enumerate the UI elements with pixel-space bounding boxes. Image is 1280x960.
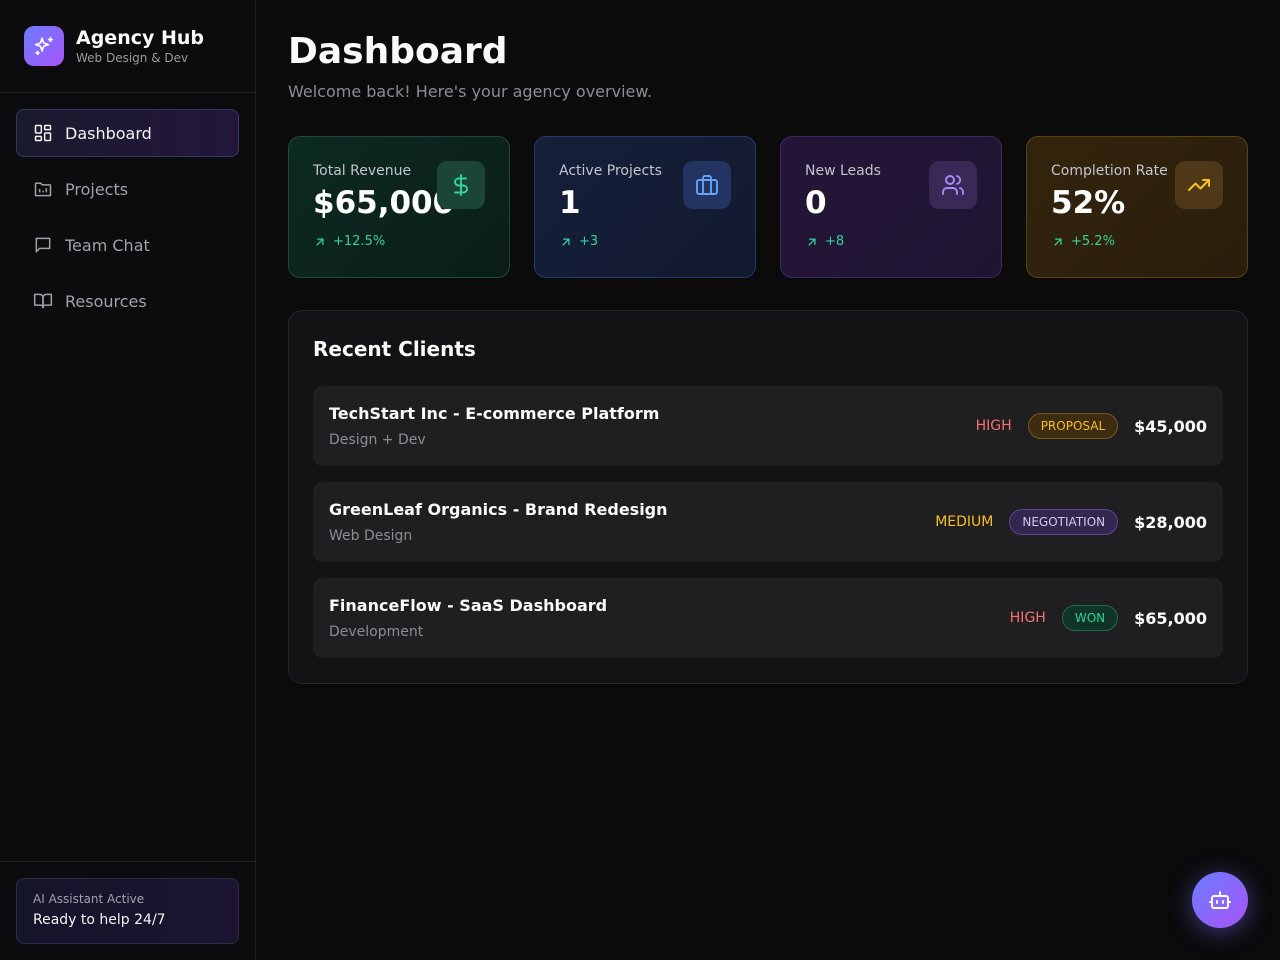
priority-label: MEDIUM — [935, 514, 994, 530]
arrow-up-right-icon — [805, 235, 819, 249]
arrow-up-right-icon — [1051, 235, 1065, 249]
sidebar-item-label: Projects — [65, 179, 129, 199]
dollar-icon — [437, 161, 485, 209]
trending-up-icon — [1175, 161, 1223, 209]
stat-change: +5.2% — [1051, 234, 1223, 249]
client-amount: $28,000 — [1134, 512, 1207, 532]
stat-card-active-projects[interactable]: Active Projects 1 +3 — [534, 136, 756, 278]
client-name: TechStart Inc - E-commerce Platform — [329, 404, 660, 423]
client-row[interactable]: FinanceFlow - SaaS Dashboard Development… — [313, 578, 1223, 658]
bot-icon — [1208, 888, 1232, 912]
stat-change-value: +3 — [579, 234, 599, 249]
client-amount: $45,000 — [1134, 416, 1207, 436]
stat-change-value: +8 — [825, 234, 845, 249]
priority-label: HIGH — [975, 418, 1012, 434]
sidebar: Agency Hub Web Design & Dev Dashboard Pr… — [0, 0, 256, 960]
client-name: GreenLeaf Organics - Brand Redesign — [329, 500, 668, 519]
priority-label: HIGH — [1009, 610, 1046, 626]
stat-change-value: +5.2% — [1071, 234, 1115, 249]
arrow-up-right-icon — [559, 235, 573, 249]
stat-change: +8 — [805, 234, 977, 249]
brand: Agency Hub Web Design & Dev — [0, 0, 255, 93]
brand-subtitle: Web Design & Dev — [76, 51, 189, 65]
status-badge: NEGOTIATION — [1009, 509, 1119, 535]
status-badge: WON — [1061, 605, 1119, 631]
assistant-panel: AI Assistant Active Ready to help 24/7 — [0, 861, 255, 960]
sidebar-nav: Dashboard Projects Team Chat Resources — [0, 93, 255, 325]
recent-clients-panel: Recent Clients TechStart Inc - E-commerc… — [288, 310, 1248, 684]
sidebar-item-label: Team Chat — [65, 235, 150, 255]
main-content: Dashboard Welcome back! Here's your agen… — [288, 0, 1248, 684]
stats-row: Total Revenue $65,000 +12.5% Active Proj… — [288, 136, 1248, 278]
page-title: Dashboard — [288, 31, 508, 72]
sparkles-icon — [24, 26, 64, 66]
ai-assistant-button[interactable] — [1192, 872, 1248, 928]
page-subtitle: Welcome back! Here's your agency overvie… — [288, 82, 653, 101]
book-icon — [33, 291, 53, 311]
client-name: FinanceFlow - SaaS Dashboard — [329, 596, 608, 615]
sidebar-item-dashboard[interactable]: Dashboard — [16, 109, 239, 157]
users-icon — [929, 161, 977, 209]
sidebar-item-projects[interactable]: Projects — [16, 165, 239, 213]
stat-change-value: +12.5% — [333, 234, 386, 249]
sidebar-item-resources[interactable]: Resources — [16, 277, 239, 325]
stat-change: +3 — [559, 234, 731, 249]
stat-card-new-leads[interactable]: New Leads 0 +8 — [780, 136, 1002, 278]
client-list: TechStart Inc - E-commerce Platform Desi… — [313, 386, 1223, 658]
assistant-status: AI Assistant Active — [33, 892, 145, 906]
assistant-message: Ready to help 24/7 — [33, 912, 166, 928]
dashboard-icon — [33, 123, 53, 143]
folder-icon — [33, 179, 53, 199]
brand-title: Agency Hub — [76, 27, 205, 49]
stat-change: +12.5% — [313, 234, 485, 249]
client-row[interactable]: TechStart Inc - E-commerce Platform Desi… — [313, 386, 1223, 466]
client-amount: $65,000 — [1134, 608, 1207, 628]
client-row[interactable]: GreenLeaf Organics - Brand Redesign Web … — [313, 482, 1223, 562]
status-badge: PROPOSAL — [1027, 413, 1119, 439]
stat-card-total-revenue[interactable]: Total Revenue $65,000 +12.5% — [288, 136, 510, 278]
client-type: Web Design — [329, 528, 413, 544]
arrow-up-right-icon — [313, 235, 327, 249]
chat-icon — [33, 235, 53, 255]
sidebar-item-label: Dashboard — [65, 123, 152, 143]
sidebar-item-team-chat[interactable]: Team Chat — [16, 221, 239, 269]
recent-clients-title: Recent Clients — [313, 337, 476, 361]
sidebar-item-label: Resources — [65, 291, 147, 311]
client-type: Development — [329, 624, 424, 640]
briefcase-icon — [683, 161, 731, 209]
stat-card-completion-rate[interactable]: Completion Rate 52% +5.2% — [1026, 136, 1248, 278]
assistant-status-card[interactable]: AI Assistant Active Ready to help 24/7 — [16, 878, 239, 944]
client-type: Design + Dev — [329, 432, 426, 448]
